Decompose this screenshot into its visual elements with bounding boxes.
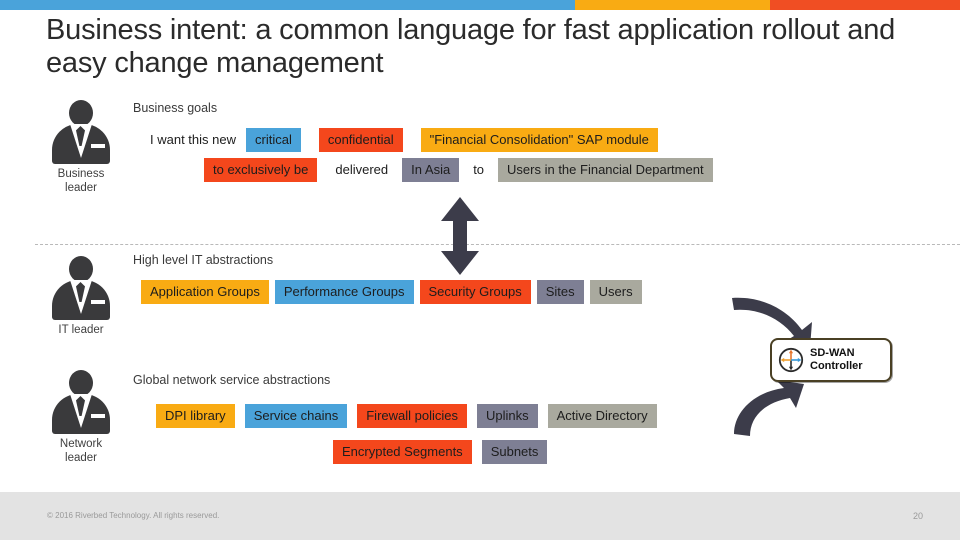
goal-chip-in-asia[interactable]: In Asia [402,158,460,182]
business-goals-caption: Business goals [133,101,218,115]
goal-chip-i-want-this-new[interactable]: I want this new [146,128,240,152]
network-chip-active-directory[interactable]: Active Directory [547,404,657,428]
persona-label-line1: IT leader [58,324,104,336]
it-chip-application-groups[interactable]: Application Groups [141,280,269,304]
goal-chip-critical[interactable]: critical [246,128,301,152]
business-leader-icon [50,100,112,164]
goal-chip-to-exclusively-be[interactable]: to exclusively be [204,158,318,182]
network-chip-firewall-policies[interactable]: Firewall policies [357,404,467,428]
it-abstractions-caption: High level IT abstractions [133,253,274,267]
it-leader-icon [50,256,112,320]
persona-label-line1: Network [59,438,103,450]
persona-network-leader: Network leader [38,370,124,465]
persona-label: Business leader [38,167,124,195]
network-chip-subnets[interactable]: Subnets [481,440,548,464]
persona-head [69,370,93,396]
it-abstractions-row: Application Groups Performance Groups Se… [141,280,642,304]
persona-label-line2: leader [65,452,97,464]
accent-segment-red [770,0,960,10]
sdwan-controller-box[interactable]: SD-WAN Controller [770,338,892,382]
persona-label-line1: Business [57,168,105,180]
it-chip-sites[interactable]: Sites [536,280,584,304]
persona-label: IT leader [38,323,124,337]
sdwan-label-line2: Controller [810,360,863,372]
page-number: 20 [913,511,924,521]
double-headed-arrow-icon [440,197,480,275]
network-chip-uplinks[interactable]: Uplinks [476,404,538,428]
business-goals-row-1: I want this new critical confidential "F… [146,128,658,152]
persona-pocket [91,414,105,418]
persona-label: Network leader [38,437,124,465]
network-abstractions-caption: Global network service abstractions [133,373,331,387]
curved-arrow-bottom-icon [728,378,828,445]
business-goals-row-2: to exclusively be delivered In Asia to U… [204,158,713,182]
goal-chip-delivered[interactable]: delivered [331,158,392,182]
it-chip-performance-groups[interactable]: Performance Groups [274,280,414,304]
section-divider [35,244,960,245]
network-chip-service-chains[interactable]: Service chains [244,404,348,428]
goal-chip-confidential[interactable]: confidential [318,128,403,152]
slide-canvas: Business intent: a common language for f… [0,0,960,540]
persona-head [69,256,93,282]
accent-segment-blue [0,0,575,10]
persona-pocket [91,144,105,148]
network-abstractions-row-2: Encrypted Segments Subnets [333,440,548,464]
sdwan-label-line1: SD-WAN [810,347,855,359]
network-chip-encrypted-segments[interactable]: Encrypted Segments [333,440,472,464]
goal-chip-to[interactable]: to [469,158,488,182]
it-chip-security-groups[interactable]: Security Groups [419,280,531,304]
accent-segment-amber [575,0,770,10]
persona-business-leader: Business leader [38,100,124,195]
goal-chip-users-financial-department[interactable]: Users in the Financial Department [498,158,713,182]
router-icon [778,347,804,373]
persona-pocket [91,300,105,304]
persona-head [69,100,93,126]
goal-chip-sap-module[interactable]: "Financial Consolidation" SAP module [420,128,658,152]
network-chip-dpi-library[interactable]: DPI library [156,404,235,428]
it-chip-users[interactable]: Users [589,280,642,304]
sdwan-controller-label: SD-WAN Controller [810,347,863,373]
copyright-text: © 2016 Riverbed Technology. All rights r… [47,511,220,520]
page-title: Business intent: a common language for f… [46,14,896,79]
top-accent-bar [0,0,960,10]
persona-it-leader: IT leader [38,256,124,337]
network-leader-icon [50,370,112,434]
network-abstractions-row-1: DPI library Service chains Firewall poli… [156,404,657,428]
persona-label-line2: leader [65,182,97,194]
